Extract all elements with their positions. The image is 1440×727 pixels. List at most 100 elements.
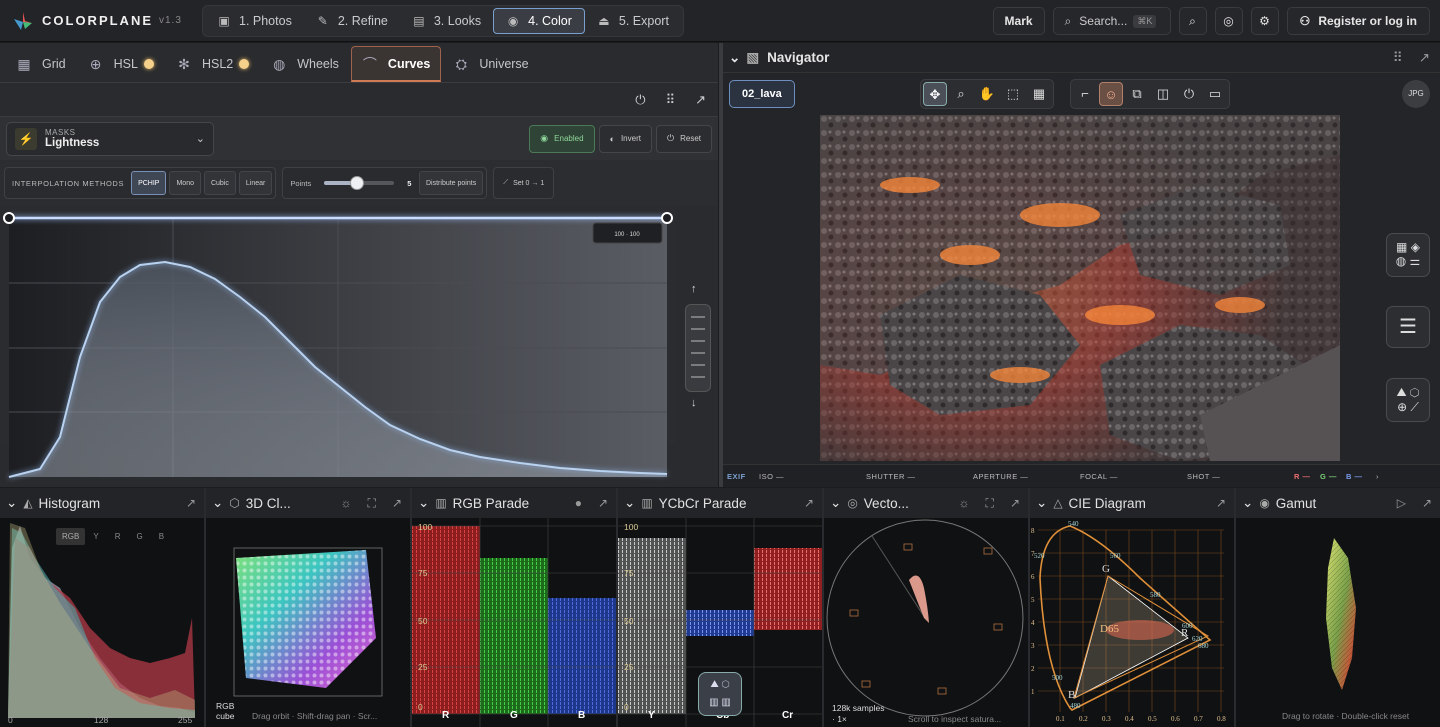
slider-knob[interactable] [350, 176, 365, 190]
compare-icon[interactable]: ⧉ [1125, 82, 1149, 106]
scopes-tool-group[interactable]: ⛰ ⬡ ⊕ ⟋ [1386, 378, 1430, 422]
invert-icon: ◐ [609, 133, 615, 144]
file-tab[interactable]: 02_lava [729, 80, 795, 108]
enabled-button[interactable]: ◉ Enabled [529, 124, 595, 153]
arrow-down-icon[interactable]: ↓ [691, 397, 697, 409]
marquee-icon[interactable]: ⬚ [1001, 82, 1025, 106]
face-icon[interactable]: ☺ [1099, 82, 1123, 106]
tab-universe[interactable]: ⛭ Universe [443, 46, 538, 82]
arrow-up-icon[interactable]: ↑ [691, 283, 697, 295]
crop-icon[interactable]: ⌐ [1073, 82, 1097, 106]
histogram-view: RGB Y R G B 0 128 255 [0, 518, 204, 727]
gamut-hint: Drag to rotate · Double-click reset [1282, 711, 1410, 721]
move-icon[interactable]: ✥ [923, 82, 947, 106]
step-photos[interactable]: ▣ 1. Photos [205, 8, 304, 34]
popout-icon[interactable]: ↗ [392, 496, 402, 511]
exif-focal: FOCAL — [1080, 471, 1118, 481]
tab-wheels[interactable]: ◍ Wheels [261, 46, 349, 82]
chevron-down-icon[interactable]: ⌄ [830, 495, 841, 511]
popout-icon[interactable]: ↗ [695, 92, 706, 108]
register-button[interactable]: ⚇ Register or log in [1286, 7, 1430, 35]
method-pchip[interactable]: PCHIP [131, 171, 167, 195]
tab-grid[interactable]: ▦ Grid [6, 46, 76, 82]
color-tabs: ▦ Grid ⊕ HSL ✻ HSL2 ◍ Wheels ⌒ Curves ⛭ Univer… [0, 43, 718, 83]
chevron-down-icon[interactable]: ⌄ [729, 50, 740, 66]
step-color[interactable]: ◉ 4. Color [493, 7, 585, 34]
interpolation-label: INTERPOLATION METHODS [12, 178, 125, 188]
set-0-1-button[interactable]: ⟋ Set 0 → 1 [497, 171, 550, 195]
channel-rgb[interactable]: RGB [56, 528, 86, 545]
channel-g[interactable]: G [128, 528, 150, 545]
power-icon[interactable]: ⏻ [635, 92, 645, 108]
fullscreen-icon[interactable]: ⛶ [986, 496, 994, 511]
popout-icon[interactable]: ↗ [186, 496, 196, 510]
channel-y[interactable]: Y [85, 528, 106, 545]
sun-icon[interactable]: ☼ [341, 496, 352, 511]
distribute-points-button[interactable]: Distribute points [419, 171, 484, 195]
drag-handle-icon[interactable]: ⠿ [666, 92, 676, 108]
histogram-title: Histogram [38, 495, 101, 511]
mark-button[interactable]: Mark [992, 7, 1045, 35]
reset-button[interactable]: ⏻ Reset [655, 124, 712, 153]
power-icon[interactable]: ⏻ [1177, 82, 1201, 106]
navigator-title: Navigator [767, 50, 830, 65]
interpolation-group: INTERPOLATION METHODS PCHIP Mono Cubic L… [4, 167, 277, 199]
split-view-icon[interactable]: ◫ [1151, 82, 1175, 106]
settings-button[interactable]: ⚙ [1250, 7, 1279, 35]
curve-point-start[interactable] [3, 212, 15, 224]
layers-tool-group[interactable]: ▦ ◈ ◍ ⚌ [1386, 233, 1430, 277]
photo-icon: ▣ [218, 13, 230, 28]
curve-editor[interactable]: 100 · 100 [0, 207, 718, 478]
step-export[interactable]: ⏏ 5. Export [585, 8, 681, 34]
chevron-down-icon[interactable]: ⌄ [212, 495, 223, 511]
sun-icon[interactable]: ☼ [959, 496, 970, 511]
method-cubic[interactable]: Cubic [203, 171, 236, 195]
method-linear[interactable]: Linear [238, 171, 273, 195]
lava-photo[interactable] [820, 115, 1340, 461]
curve-canvas[interactable]: 100 · 100 [0, 207, 676, 487]
invert-button[interactable]: ◐ Invert [598, 124, 652, 153]
fullscreen-icon[interactable]: ⛶ [368, 496, 376, 511]
chevron-down-icon[interactable]: ⌄ [624, 495, 635, 511]
drag-handle-icon[interactable]: ⠿ [1393, 50, 1403, 66]
popout-icon[interactable]: ↗ [1419, 50, 1430, 66]
hand-icon[interactable]: ✋ [975, 82, 999, 106]
search-input[interactable]: ⌕ Search... ⌘K [1052, 7, 1171, 35]
grid-overlay-icon[interactable]: ▦ [1027, 82, 1051, 106]
popout-icon[interactable]: ↗ [1010, 496, 1020, 511]
checklist-button[interactable]: ☰ [1386, 306, 1430, 348]
exif-iso: ISO — [759, 471, 785, 481]
chevron-down-icon[interactable]: ⌄ [6, 495, 17, 511]
exif-expand-icon[interactable]: › [1376, 472, 1379, 481]
zoom-icon[interactable]: ⌕ [949, 82, 973, 106]
points-slider[interactable] [324, 176, 395, 190]
step-looks[interactable]: ▤ 3. Looks [400, 8, 493, 34]
chevron-down-icon[interactable]: ⌄ [418, 495, 429, 511]
record-dot-icon[interactable]: ● [575, 496, 582, 510]
channel-r[interactable]: R [107, 528, 129, 545]
tab-hsl[interactable]: ⊕ HSL [78, 46, 164, 82]
frame-icon[interactable]: ▭ [1203, 82, 1227, 106]
gamut-view[interactable]: Drag to rotate · Double-click reset [1236, 518, 1440, 727]
scope-switcher[interactable]: ⛰ ⬡ ▥ ▥ [698, 672, 742, 716]
curve-point-end[interactable] [661, 212, 673, 224]
popout-icon[interactable]: ↗ [804, 496, 814, 510]
popout-icon[interactable]: ↗ [598, 496, 608, 510]
cloud-view[interactable]: RGB cube Drag orbit · Shift-drag pan · S… [206, 518, 410, 727]
step-refine[interactable]: ✎ 2. Refine [304, 8, 400, 34]
search-icon-button[interactable]: ⌕ [1178, 7, 1207, 35]
channel-b[interactable]: B [151, 528, 172, 545]
mask-select[interactable]: ⚡ MASKS Lightness ⌄ [6, 121, 214, 156]
tab-hsl2[interactable]: ✻ HSL2 [166, 46, 259, 82]
chevron-down-icon[interactable]: ⌄ [1036, 495, 1047, 511]
tab-curves[interactable]: ⌒ Curves [350, 46, 442, 82]
chevron-down-icon[interactable]: ⌄ [1242, 495, 1253, 511]
method-mono[interactable]: Mono [169, 171, 201, 195]
mask-label: MASKS [45, 128, 76, 137]
curve-zoom-slider[interactable] [685, 304, 711, 392]
play-icon[interactable]: ▷ [1397, 496, 1406, 510]
popout-icon[interactable]: ↗ [1216, 496, 1226, 510]
popout-icon[interactable]: ↗ [1422, 496, 1432, 510]
target-icon-button[interactable]: ◎ [1214, 7, 1243, 35]
primary-g: G [1102, 563, 1110, 575]
